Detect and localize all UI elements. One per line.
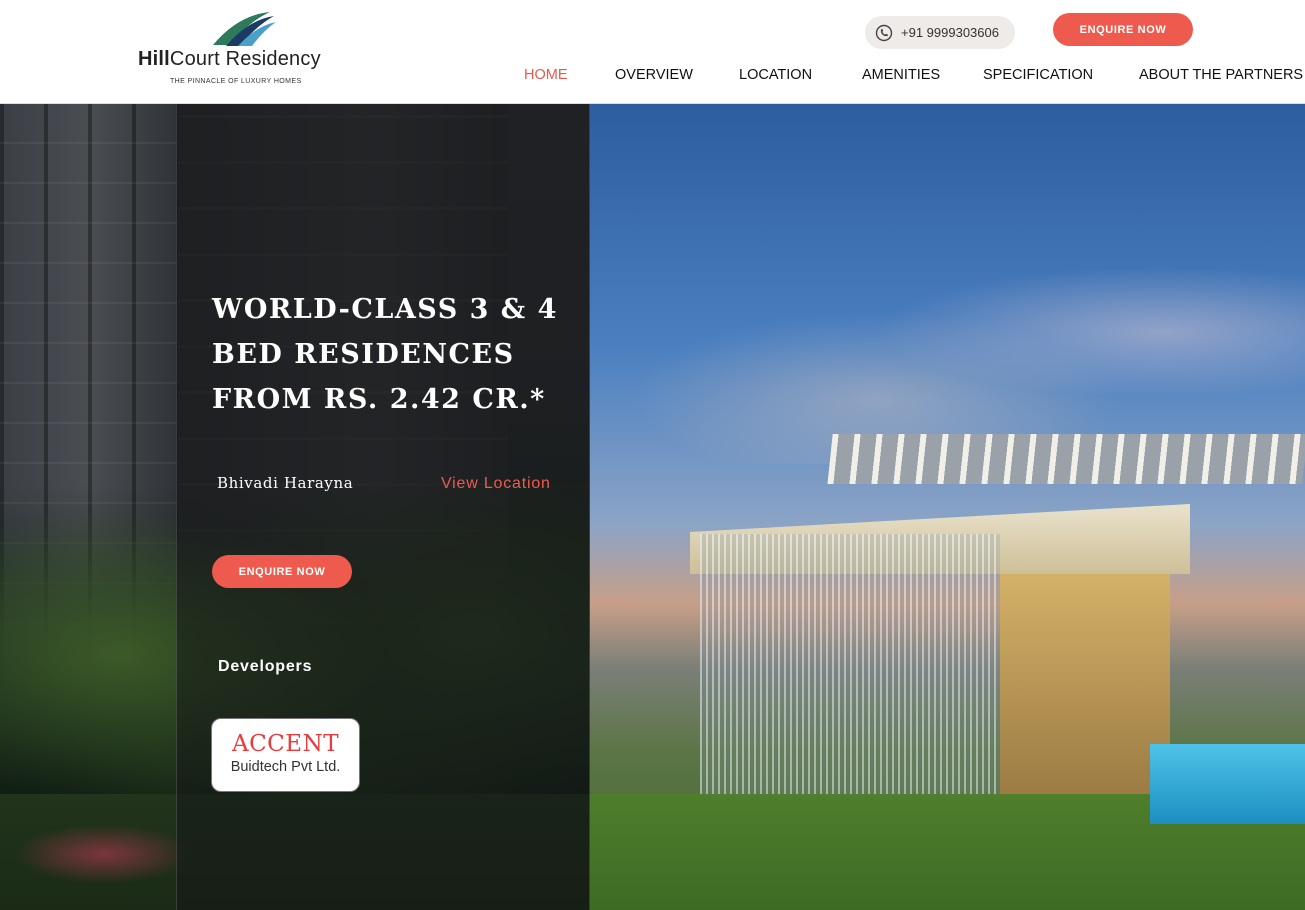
- site-header: HillCourt Residency THE PINNACLE OF LUXU…: [0, 0, 1305, 104]
- nav-item-overview[interactable]: OVERVIEW: [615, 67, 693, 83]
- logo-swoosh-icon: [213, 12, 276, 46]
- water-curtain: [700, 534, 1000, 794]
- swimming-pool: [1150, 744, 1305, 824]
- nav-item-about-partners[interactable]: ABOUT THE PARTNERS: [1139, 67, 1303, 83]
- flower-bed-image: [14, 824, 194, 884]
- pergola: [827, 434, 1305, 484]
- phone-number: +91 9999303606: [901, 25, 999, 40]
- developers-heading: Developers: [218, 658, 313, 675]
- hero-section: WORLD-CLASS 3 & 4 BED RESIDENCES FROM RS…: [0, 104, 1305, 910]
- sky-clouds: [590, 244, 1305, 464]
- main-nav: HOME OVERVIEW LOCATION AMENITIES SPECIFI…: [0, 67, 1305, 87]
- nav-item-specification[interactable]: SPECIFICATION: [983, 67, 1093, 83]
- nav-item-home[interactable]: HOME: [524, 67, 568, 83]
- developer-logo[interactable]: ACCENT Buidtech Pvt Ltd.: [211, 718, 360, 792]
- hero-headline: WORLD-CLASS 3 & 4 BED RESIDENCES FROM RS…: [212, 294, 558, 415]
- developer-brand: ACCENT: [231, 731, 340, 757]
- phone-icon: [875, 24, 893, 41]
- phone-contact[interactable]: +91 9999303606: [865, 16, 1015, 49]
- developer-name: Buidtech Pvt Ltd.: [230, 759, 341, 775]
- project-location: Bhivadi Harayna: [217, 474, 354, 492]
- enquire-now-button[interactable]: ENQUIRE NOW: [1053, 13, 1193, 46]
- nav-item-amenities[interactable]: AMENITIES: [862, 67, 940, 83]
- view-location-link[interactable]: View Location: [441, 475, 551, 493]
- nav-item-location[interactable]: LOCATION: [739, 67, 812, 83]
- hero-enquire-now-button[interactable]: ENQUIRE NOW: [212, 555, 352, 588]
- pavilion-interior: [1000, 564, 1170, 794]
